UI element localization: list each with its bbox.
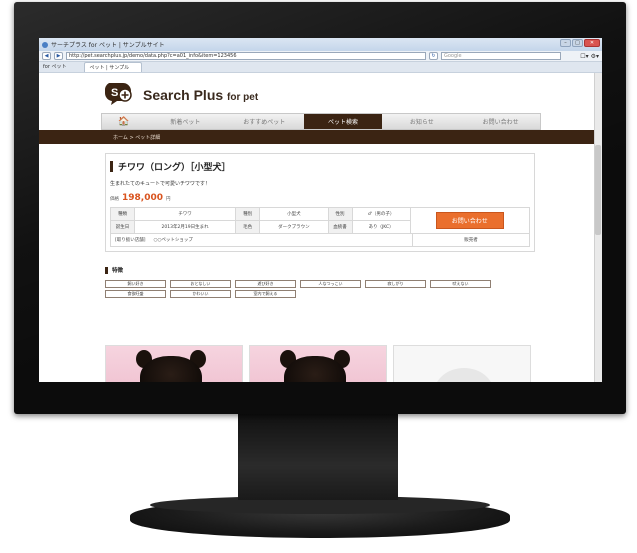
shop-row: [取り扱い店舗] ○○ペットショップ 販売者 (110, 234, 530, 247)
feature-tag[interactable]: 室内で飼える (235, 290, 296, 298)
spec-key: 血統書 (327, 220, 353, 234)
pet-photo[interactable] (105, 345, 243, 382)
maximize-button[interactable]: □ (572, 39, 583, 47)
nav-item-contact[interactable]: お問い合わせ (461, 114, 540, 129)
site-header: S Search Plus for pet (39, 73, 594, 111)
global-nav: 🏠 新着ペット おすすめペット ペット検索 お知らせ お問い合わせ (101, 113, 541, 130)
features-heading: 特徴 (105, 266, 535, 274)
pet-photo[interactable] (249, 345, 387, 382)
no-image-placeholder[interactable] (393, 345, 531, 382)
url-input[interactable]: http://pet.searchplus.jp/demo/data.php?c… (66, 52, 426, 60)
nav-item-news[interactable]: お知らせ (382, 114, 461, 129)
spec-value: ♂（男の子） (351, 207, 411, 221)
pet-catchphrase: 生まれたてのキュートで可愛いチワワです！ (110, 181, 211, 187)
scroll-thumb[interactable] (595, 145, 601, 235)
spec-key: 種類 (110, 207, 135, 221)
site-name[interactable]: Search Plus for pet (143, 87, 258, 103)
spec-key: 毛色 (235, 220, 261, 234)
svg-text:S: S (111, 87, 118, 99)
search-plus-logo-icon[interactable]: S (105, 81, 135, 105)
features-heading-text: 特徴 (112, 268, 124, 274)
window-title: サーチプラス for ペット | サンプルサイト (51, 42, 165, 49)
browser-addressbar: ◀ ▶ http://pet.searchplus.jp/demo/data.p… (39, 51, 602, 62)
spec-wrap: 種類 チワワ 種別 小型犬 性別 ♂（男の子） 誕生日 2013年2月19日生ま… (110, 207, 530, 234)
minimize-button[interactable]: – (560, 39, 571, 47)
browser-titlebar: サーチプラス for ペット | サンプルサイト – □ ✕ (39, 38, 602, 51)
refresh-button[interactable]: ↻ (429, 52, 438, 60)
forward-button[interactable]: ▶ (54, 52, 63, 60)
table-row: 誕生日 2013年2月19日生まれ 毛色 ダークブラウン 血統書 あり（JKC） (110, 220, 411, 234)
feature-tag[interactable]: 食欲旺盛 (105, 290, 166, 298)
monitor-scene: サーチプラス for ペット | サンプルサイト – □ ✕ ◀ ▶ http:… (0, 0, 637, 553)
feature-tag[interactable]: 遊び好き (235, 280, 296, 288)
price-label: 価格 (110, 197, 119, 202)
feature-tag[interactable]: 寂しがり (365, 280, 426, 288)
spec-key: 種別 (235, 207, 261, 221)
spec-value: ダークブラウン (259, 220, 329, 234)
placeholder-logo-icon (434, 368, 494, 382)
browser-tabbar: for ペット ペット | サンプル (39, 62, 602, 73)
nav-item-recommended[interactable]: おすすめペット (225, 114, 304, 129)
feature-tag[interactable]: おとなしい (170, 280, 231, 288)
nav-item-new-pets[interactable]: 新着ペット (146, 114, 225, 129)
spec-key: 誕生日 (110, 220, 135, 234)
breadcrumb-bar: ホーム > ペット詳細 (39, 130, 594, 144)
favorites-link[interactable]: for ペット (41, 63, 80, 72)
spec-table: 種類 チワワ 種別 小型犬 性別 ♂（男の子） 誕生日 2013年2月19日生ま… (110, 207, 411, 234)
spec-value: 2013年2月19日生まれ (133, 220, 237, 234)
seller-info: 販売者 (464, 238, 478, 243)
feature-tag[interactable]: 飼い好き (105, 280, 166, 288)
table-row: 種類 チワワ 種別 小型犬 性別 ♂（男の子） (110, 207, 411, 221)
pet-title-row: チワワ（ロング）［小型犬］ (110, 160, 530, 173)
monitor-screen: サーチプラス for ペット | サンプルサイト – □ ✕ ◀ ▶ http:… (39, 38, 602, 382)
price-value: 198,000 (122, 193, 163, 203)
window-controls: – □ ✕ (560, 39, 600, 47)
cta-cell: お問い合わせ (410, 207, 530, 234)
shop-info: [取り扱い店舗] ○○ペットショップ (111, 234, 413, 246)
nav-home-icon[interactable]: 🏠 (102, 114, 146, 129)
feature-tag[interactable]: 人なつっこい (300, 280, 361, 288)
shop-name-link[interactable]: ○○ペットショップ (154, 237, 193, 243)
contact-button[interactable]: お問い合わせ (435, 212, 504, 229)
monitor-stand-neck (238, 414, 398, 500)
features-accent-bar (105, 266, 108, 274)
web-page: S Search Plus for pet 🏠 新着ペット おすすめペット ペッ… (39, 73, 594, 382)
main-content: チワワ（ロング）［小型犬］ 生まれたてのキュートで可愛いチワワです！ 価格 19… (105, 153, 535, 298)
title-accent-bar (110, 161, 113, 172)
breadcrumb[interactable]: ホーム > ペット詳細 (113, 134, 160, 141)
browser-tab[interactable]: ペット | サンプル (84, 62, 143, 72)
site-name-main: Search Plus (143, 87, 224, 103)
page-scrollbar[interactable] (594, 73, 602, 382)
price-unit: 円 (166, 197, 171, 202)
spec-value: チワワ (133, 207, 237, 221)
browser-tools-menu[interactable]: ☐▾ ⚙▾ (580, 53, 599, 60)
shop-label: [取り扱い店舗] (115, 238, 146, 243)
nav-item-pet-search[interactable]: ペット検索 (303, 114, 383, 129)
pet-detail-box: チワワ（ロング）［小型犬］ 生まれたてのキュートで可愛いチワワです！ 価格 19… (105, 153, 535, 252)
spec-value: あり（JKC） (351, 220, 411, 234)
feature-tags: 飼い好き おとなしい 遊び好き 人なつっこい 寂しがり 吠えない 食欲旺盛 かわ… (105, 280, 535, 298)
close-button[interactable]: ✕ (584, 39, 600, 47)
pet-title: チワワ（ロング）［小型犬］ (118, 163, 231, 173)
spec-value: 小型犬 (259, 207, 329, 221)
feature-tag[interactable]: 吠えない (430, 280, 491, 288)
site-name-suffix: for pet (227, 92, 259, 103)
browser-search-input[interactable]: Google (441, 52, 561, 60)
spec-key: 性別 (327, 207, 353, 221)
price-row: 価格 198,000 円 (110, 193, 530, 203)
ie-icon (42, 41, 48, 48)
back-button[interactable]: ◀ (42, 52, 51, 60)
photo-gallery (105, 345, 531, 382)
feature-tag[interactable]: かわいい (170, 290, 231, 298)
